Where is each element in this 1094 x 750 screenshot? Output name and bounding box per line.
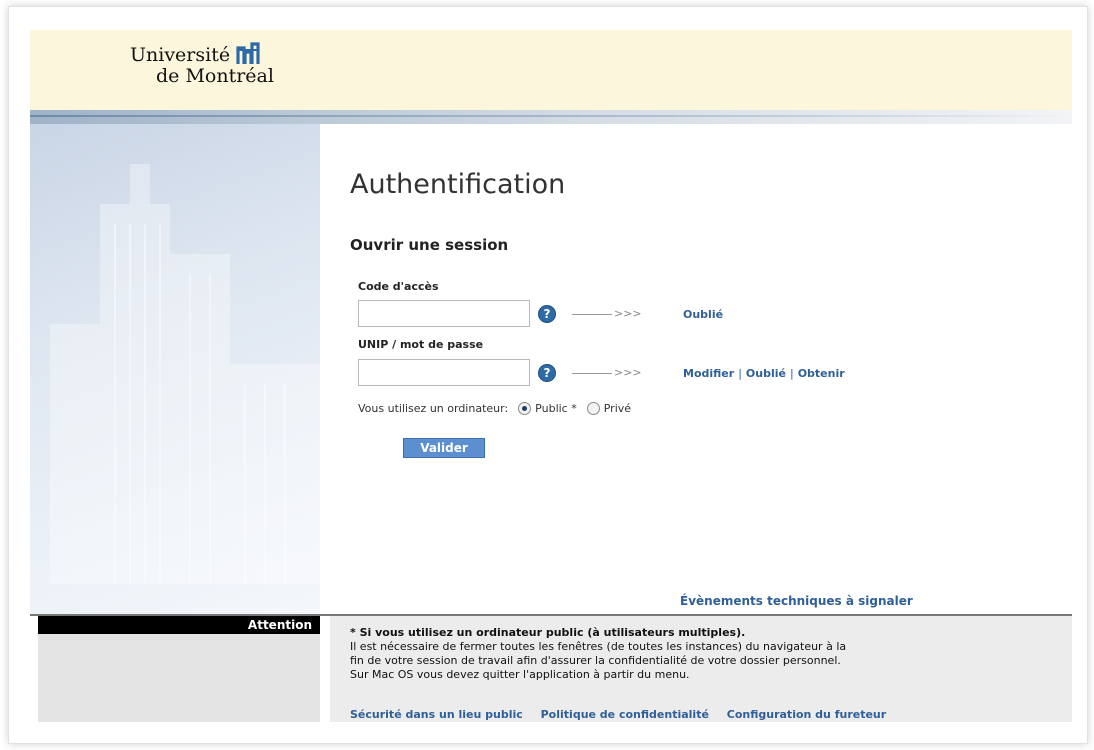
computer-type-label: Vous utilisez un ordinateur:: [358, 402, 509, 415]
page-title: Authentification: [350, 169, 566, 200]
logo-text-line1: Université: [130, 44, 231, 66]
attention-line: Il est nécessaire de fermer toutes les f…: [350, 640, 847, 653]
attention-line: fin de votre session de travail afin d'a…: [350, 654, 841, 667]
public-radio[interactable]: [518, 402, 532, 415]
access-code-links: Oublié: [683, 308, 723, 321]
private-radio-label[interactable]: Privé: [604, 402, 631, 415]
forgot-code-link[interactable]: Oublié: [683, 308, 723, 321]
forgot-password-link[interactable]: Oublié: [746, 367, 786, 380]
access-code-help-icon[interactable]: ?: [538, 305, 556, 323]
campus-building-image: [30, 124, 320, 614]
access-code-input[interactable]: [358, 300, 530, 327]
access-code-arrow: >>>: [572, 307, 642, 320]
attention-heading: * Si vous utilisez un ordinateur public …: [350, 626, 746, 639]
link-separator: |: [738, 367, 742, 380]
password-label: UNIP / mot de passe: [358, 338, 484, 351]
university-logo[interactable]: Université de Montréal: [130, 42, 274, 86]
logo-text-line2: de Montréal: [156, 65, 274, 87]
arrow-glyph: >>>: [614, 366, 642, 379]
arrow-line: [572, 313, 612, 315]
public-radio-label[interactable]: Public *: [535, 402, 577, 415]
password-links: Modifier | Oublié | Obtenir: [683, 367, 845, 380]
password-arrow: >>>: [572, 366, 642, 379]
main-content: Authentification Ouvrir une session Code…: [350, 124, 1070, 614]
attention-line: Sur Mac OS vous devez quitter l'applicat…: [350, 668, 690, 681]
obtain-password-link[interactable]: Obtenir: [798, 367, 845, 380]
footer-links: Sécurité dans un lieu public Politique d…: [350, 708, 900, 721]
attention-side-panel: [38, 634, 320, 722]
browser-config-link[interactable]: Configuration du fureteur: [727, 708, 886, 721]
attention-label: Attention: [38, 616, 320, 634]
header-divider: [30, 110, 1072, 124]
modify-password-link[interactable]: Modifier: [683, 367, 734, 380]
arrow-line: [572, 372, 612, 374]
section-title: Ouvrir une session: [350, 236, 509, 254]
arrow-glyph: >>>: [614, 307, 642, 320]
private-radio[interactable]: [586, 402, 600, 415]
tech-events-link[interactable]: Évènements techniques à signaler: [680, 594, 913, 608]
access-code-label: Code d'accès: [358, 280, 439, 293]
header: Université de Montréal: [30, 30, 1072, 110]
privacy-policy-link[interactable]: Politique de confidentialité: [541, 708, 709, 721]
submit-button[interactable]: Valider: [403, 438, 485, 458]
computer-type-row: Vous utilisez un ordinateur: Public * Pr…: [358, 402, 631, 415]
attention-note: * Si vous utilisez un ordinateur public …: [350, 626, 846, 682]
udem-logo-icon: [236, 42, 260, 64]
password-input[interactable]: [358, 359, 530, 386]
public-security-link[interactable]: Sécurité dans un lieu public: [350, 708, 523, 721]
password-help-icon[interactable]: ?: [538, 364, 556, 382]
link-separator: |: [789, 367, 794, 380]
